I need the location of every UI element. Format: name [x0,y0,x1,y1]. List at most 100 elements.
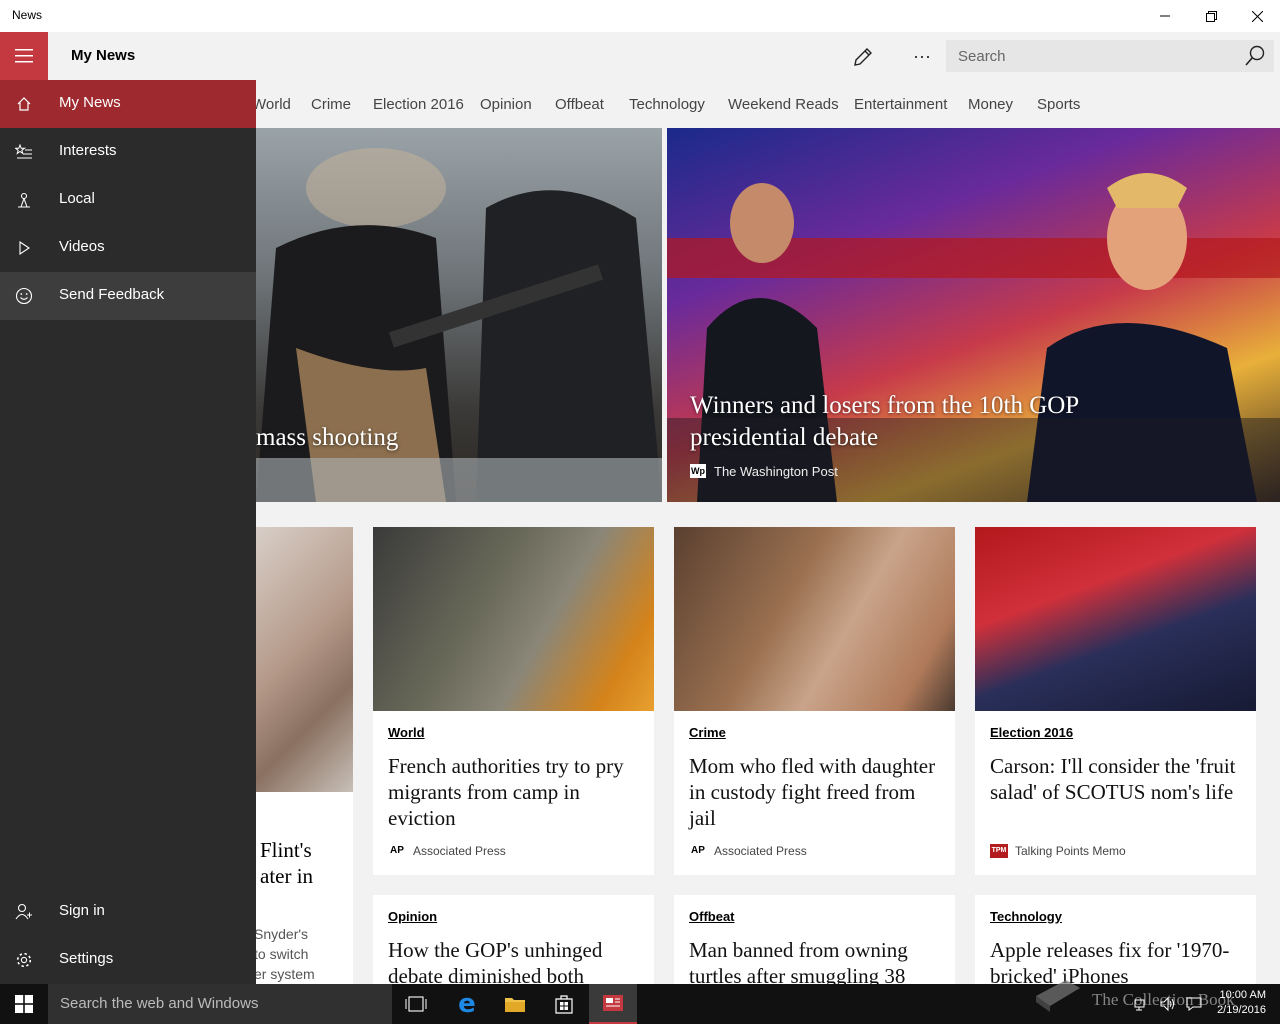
story-category[interactable]: Offbeat [689,909,735,924]
tab-election-2016[interactable]: Election 2016 [373,96,464,113]
tab-crime[interactable]: Crime [311,96,351,113]
volume-icon[interactable] [1160,996,1176,1012]
minimize-button[interactable] [1142,0,1188,32]
story-image [256,527,353,792]
story-category[interactable]: Technology [990,909,1062,924]
story-description-partial: Snyder's to switch er system [256,926,315,982]
news-icon [603,995,623,1011]
hero-story-1[interactable]: mass shooting [256,128,662,502]
story-source: Associated Press [413,844,506,858]
nav-item-send-feedback[interactable]: Send Feedback [0,272,256,320]
nav-item-label: Local [59,190,95,207]
add-user-icon [14,902,34,922]
hamburger-button[interactable] [0,32,48,80]
nav-item-sign-in[interactable]: Sign in [0,888,256,936]
nav-item-label: Settings [59,950,114,967]
search-icon [1245,45,1265,66]
minimize-icon [1160,15,1170,17]
taskbar-search[interactable]: Search the web and Windows [48,984,392,1024]
restore-icon [1205,10,1217,22]
tpm-logo-icon: TPM [990,844,1008,858]
search-input[interactable] [946,40,1226,72]
system-clock[interactable]: 10:00 AM 2/19/2016 [1217,988,1266,1018]
nav-item-label: Sign in [59,902,105,919]
nav-item-local[interactable]: Local [0,176,256,224]
clock-date: 2/19/2016 [1217,1004,1266,1016]
folder-icon [505,998,525,1012]
nav-item-videos[interactable]: Videos [0,224,256,272]
smiley-icon [14,286,34,306]
ap-logo-icon: AP [691,845,705,856]
store-icon [555,995,573,1014]
tab-money[interactable]: Money [968,96,1013,113]
gear-icon [14,950,34,970]
nav-item-label: Videos [59,238,105,255]
nav-item-my-news[interactable]: My News [0,80,256,128]
edit-button[interactable] [852,46,876,70]
title-bar: News [0,0,1280,32]
interests-icon [14,142,34,162]
home-icon [14,94,34,114]
store-button[interactable] [540,984,588,1024]
start-button[interactable] [0,984,48,1024]
taskbar: Search the web and Windows e The Collect… [0,980,1280,1024]
task-view-button[interactable] [392,984,440,1024]
action-center-icon[interactable] [1186,996,1202,1012]
taskbar-search-placeholder: Search the web and Windows [60,995,259,1012]
story-card[interactable]: Technology Apple releases fix for '1970-… [975,895,1256,984]
more-button[interactable]: ··· [908,46,936,70]
nav-item-interests[interactable]: Interests [0,128,256,176]
more-icon: ··· [913,46,931,66]
nav-item-label: My News [59,94,121,111]
close-button[interactable] [1234,0,1280,32]
file-explorer-button[interactable] [491,984,539,1024]
story-source: Talking Points Memo [1015,844,1126,858]
nav-item-label: Interests [59,142,117,159]
play-icon [14,238,34,258]
navigation-pane: My News Interests Local Videos Send Feed… [0,80,256,984]
edge-button[interactable]: e [443,984,491,1024]
story-card[interactable]: Crime Mom who fled with daughter in cust… [674,527,955,875]
restore-button[interactable] [1188,0,1234,32]
close-icon [1251,10,1263,22]
news-app-button[interactable] [589,984,637,1024]
tab-opinion[interactable]: Opinion [480,96,532,113]
tab-world[interactable]: World [252,96,291,113]
story-category[interactable]: World [388,725,425,740]
tab-sports[interactable]: Sports [1037,96,1080,113]
story-card[interactable]: Opinion How the GOP's unhinged debate di… [373,895,654,984]
windows-logo-icon [15,995,33,1013]
story-title: How the GOP's unhinged debate diminished… [388,938,603,984]
story-card[interactable]: Offbeat Man banned from owning turtles a… [674,895,955,984]
story-image [674,527,955,711]
washington-post-logo-icon: Wp [690,464,706,478]
story-card[interactable]: Election 2016 Carson: I'll consider the … [975,527,1256,875]
story-category[interactable]: Crime [689,725,726,740]
story-card-partial[interactable]: Flint's ater in Snyder's to switch er sy… [256,527,353,984]
local-icon [14,190,34,210]
nav-item-label: Send Feedback [59,286,165,303]
hero-story-2[interactable]: Winners and losers from the 10th GOP pre… [667,128,1280,502]
app-header: My News ··· [0,32,1280,80]
story-category[interactable]: Election 2016 [990,725,1073,740]
page-title: My News [71,47,136,64]
tab-technology[interactable]: Technology [629,96,705,113]
clock-time: 10:00 AM [1219,989,1266,1001]
story-title: Carson: I'll consider the 'fruit salad' … [990,754,1236,804]
nav-item-settings[interactable]: Settings [0,936,256,984]
story-source: Associated Press [714,844,807,858]
search-button[interactable] [1244,45,1266,67]
story-card[interactable]: World French authorities try to pry migr… [373,527,654,875]
story-image [373,527,654,711]
story-title: Man banned from owning turtles after smu… [689,938,908,984]
tab-entertainment[interactable]: Entertainment [854,96,947,113]
tab-offbeat[interactable]: Offbeat [555,96,604,113]
tab-weekend-reads[interactable]: Weekend Reads [728,96,839,113]
network-icon[interactable] [1134,997,1148,1011]
story-category[interactable]: Opinion [388,909,437,924]
search-box[interactable] [946,40,1274,72]
story-title: French authorities try to pry migrants f… [388,754,624,830]
edge-icon: e [458,989,476,1019]
pencil-icon [854,48,872,66]
story-image [975,527,1256,711]
